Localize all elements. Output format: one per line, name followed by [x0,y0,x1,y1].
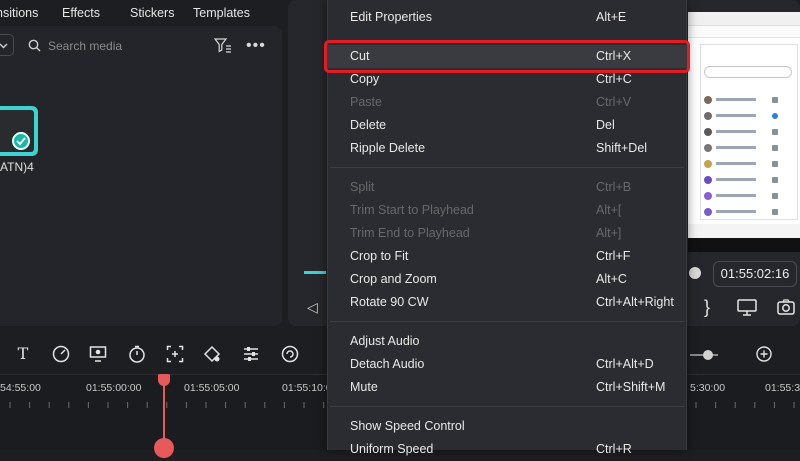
speed-ramp-icon[interactable] [52,345,70,363]
menu-separator [330,406,684,407]
preview-list-item [704,96,794,106]
menu-item-shortcut: Ctrl+Shift+M [596,380,666,394]
preview-list-item [704,208,794,218]
preview-search-box [704,66,792,78]
menu-item-shortcut: Ctrl+R [596,442,632,456]
menu-item-label: Copy [350,72,380,86]
media-clip-name: ATN)4 [0,160,34,174]
ruler-label: 01:55:05:00 [184,382,240,394]
menu-item-split: Split Ctrl+B [327,176,687,199]
tab-templates[interactable]: Templates [193,6,250,20]
menu-item-shortcut: Alt+E [596,10,627,24]
zoom-slider-knob[interactable] [703,350,713,360]
menu-item-crop-and-zoom[interactable]: Crop and Zoom Alt+C [327,268,687,291]
media-panel [0,26,282,326]
menu-separator [330,167,684,168]
menu-item-shortcut: Ctrl+B [596,180,632,194]
check-icon [12,132,30,150]
menu-item-rotate-90-cw[interactable]: Rotate 90 CW Ctrl+Alt+Right [327,291,687,314]
tab-stickers[interactable]: Stickers [130,6,174,20]
filter-icon[interactable] [214,38,232,53]
menu-item-delete[interactable]: Delete Del [327,114,687,137]
menu-item-trim-end-to-playhead: Trim End to Playhead Alt+] [327,222,687,245]
menu-item-shortcut: Alt+[ [596,203,622,217]
menu-item-edit-properties[interactable]: Edit Properties Alt+E [327,6,687,29]
menu-item-show-speed-control[interactable]: Show Speed Control [327,415,687,438]
menu-item-shortcut: Shift+Del [596,141,648,155]
brace-marker-icon[interactable]: } [704,297,710,318]
preview-list-item [704,112,794,122]
ruler-label: 01:55:00:00 [86,382,142,394]
ruler-label: 01:55:10:0 [282,382,332,394]
tab-effects[interactable]: Effects [62,6,100,20]
menu-item-label: Crop to Fit [350,249,409,263]
menu-item-paste: Paste Ctrl+V [327,91,687,114]
menu-item-shortcut: Alt+C [596,272,627,286]
menu-item-label: Show Speed Control [350,419,465,433]
preview-list-item [704,176,794,186]
menu-item-label: Ripple Delete [350,141,426,155]
search-input[interactable] [48,38,198,54]
crop-icon[interactable] [166,345,184,363]
menu-item-shortcut: Ctrl+Alt+D [596,357,654,371]
preview-black-bar [688,238,800,252]
menu-item-label: Rotate 90 CW [350,295,429,309]
menu-item-crop-to-fit[interactable]: Crop to Fit Ctrl+F [327,245,687,268]
menu-item-shortcut: Ctrl+C [596,72,632,86]
menu-item-label: Trim Start to Playhead [350,203,474,217]
preview-taskbar [688,224,800,238]
search-icon [28,39,41,52]
menu-item-adjust-audio[interactable]: Adjust Audio [327,330,687,353]
menu-item-label: Trim End to Playhead [350,226,470,240]
preview-timecode: 01:55:02:16 [713,261,797,287]
menu-item-label: Delete [350,118,387,132]
text-tool-icon[interactable]: T [14,345,32,363]
snapshot-camera-icon[interactable] [777,299,795,315]
menu-item-label: Adjust Audio [350,334,420,348]
adjust-sliders-icon[interactable] [242,345,260,363]
chevron-down-icon [0,43,8,49]
preview-list-item [704,144,794,154]
ruler-label: 5:30:00 [690,382,726,394]
menu-item-shortcut: Ctrl+F [596,249,631,263]
menu-item-shortcut: Del [596,118,615,132]
menu-item-mute[interactable]: Mute Ctrl+Shift+M [327,376,687,399]
ruler-label: 01:55:35 [765,382,800,394]
menu-item-label: Uniform Speed [350,442,434,456]
cut-highlight-outline [324,40,690,73]
menu-item-shortcut: Ctrl+V [596,95,632,109]
menu-item-label: Edit Properties [350,10,432,24]
menu-item-shortcut: Alt+] [596,226,622,240]
menu-item-label: Split [350,180,375,194]
more-options-icon[interactable]: ••• [246,37,266,55]
record-screen-icon[interactable] [89,345,107,363]
preview-list-item [704,160,794,170]
menu-item-label: Detach Audio [350,357,425,371]
preview-list-item [704,192,794,202]
ruler-label: 54:55:00 [0,382,41,394]
preview-list-item [704,128,794,138]
timer-icon[interactable] [128,345,146,363]
menu-item-shortcut: Ctrl+Alt+Right [596,295,674,309]
previous-frame-icon[interactable]: ◁ [307,299,318,316]
menu-item-trim-start-to-playhead: Trim Start to Playhead Alt+[ [327,199,687,222]
display-settings-icon[interactable] [737,299,757,316]
folder-dropdown-button[interactable] [0,34,14,56]
preview-playhead-handle[interactable] [689,267,701,279]
tab-transitions[interactable]: nsitions [0,6,38,20]
keyframe-icon[interactable] [203,345,221,363]
menu-item-detach-audio[interactable]: Detach Audio Ctrl+Alt+D [327,353,687,376]
preview-browser-toolbar [688,26,800,38]
menu-item-label: Paste [350,95,382,109]
preview-browser-bar [688,12,800,26]
ai-effect-icon[interactable] [281,345,299,363]
menu-separator [330,321,684,322]
menu-item-ripple-delete[interactable]: Ripple Delete Shift+Del [327,137,687,160]
menu-item-label: Mute [350,380,378,394]
preview-progress-bar[interactable] [304,271,326,274]
media-clip-thumbnail[interactable] [0,106,38,156]
playhead-bottom-handle[interactable] [154,438,174,458]
zoom-in-icon[interactable] [756,346,772,362]
menu-item-label: Crop and Zoom [350,272,437,286]
